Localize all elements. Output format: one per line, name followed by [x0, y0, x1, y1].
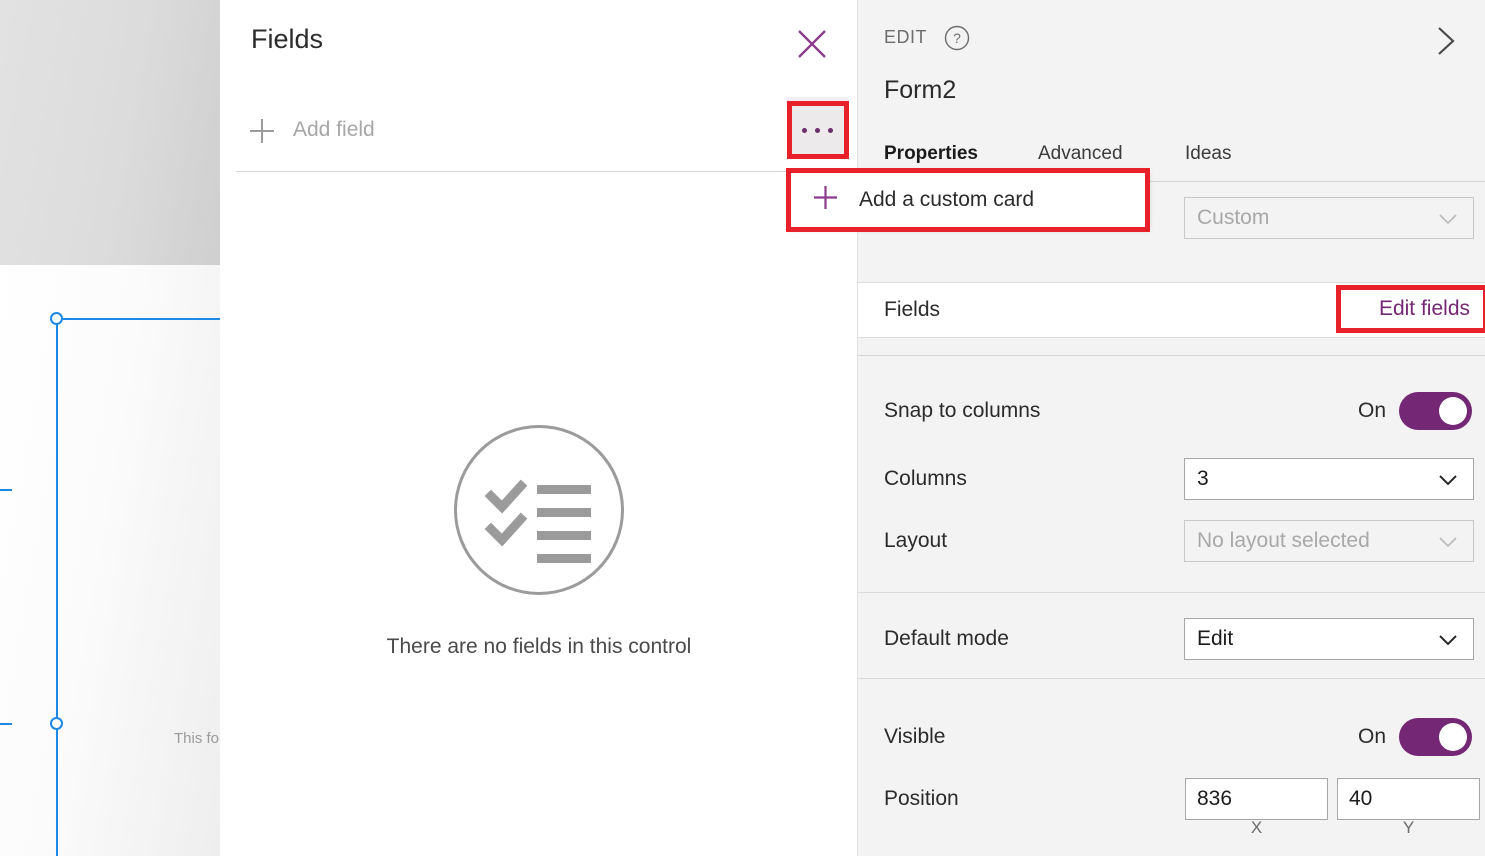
- menu-item-label: Add a custom card: [859, 188, 1035, 211]
- row-layout: Layout No layout selected: [858, 512, 1485, 570]
- position-label: Position: [884, 787, 959, 810]
- data-source-value: Custom: [1197, 206, 1270, 229]
- snap-to-columns-state: On: [1357, 399, 1386, 422]
- default-mode-dropdown[interactable]: Edit: [1184, 618, 1474, 660]
- app-canvas[interactable]: This fo: [0, 0, 220, 856]
- fields-panel: Fields Add field There are no fields in …: [220, 0, 858, 856]
- plus-icon: [248, 117, 276, 145]
- tab-properties[interactable]: Properties: [884, 143, 978, 165]
- menu-item-add-custom-card[interactable]: Add a custom card: [790, 184, 1148, 216]
- help-circle-icon[interactable]: ?: [944, 25, 970, 51]
- plus-icon: [812, 184, 839, 216]
- chevron-down-icon: [1437, 470, 1459, 495]
- chevron-down-icon: [1437, 532, 1459, 557]
- selection-handle-top-left[interactable]: [50, 312, 63, 325]
- canvas-screen[interactable]: [0, 265, 220, 856]
- canvas-chrome: [0, 0, 220, 265]
- row-columns: Columns 3: [858, 450, 1485, 508]
- columns-label: Columns: [884, 467, 967, 490]
- fields-empty-message: There are no fields in this control: [386, 635, 692, 658]
- fields-divider: [236, 171, 842, 172]
- visible-label: Visible: [884, 725, 946, 748]
- section-divider-1: [858, 592, 1485, 593]
- row-snap-to-columns: Snap to columns On: [858, 378, 1485, 444]
- ellipsis-icon-dot-2: [814, 127, 820, 133]
- row-visible: Visible On: [858, 706, 1485, 768]
- visible-state: On: [1357, 725, 1386, 748]
- chevron-down-icon: [1437, 630, 1459, 655]
- ellipsis-icon-dot-3: [827, 127, 833, 133]
- visible-toggle[interactable]: [1399, 718, 1472, 756]
- close-icon: [795, 27, 829, 61]
- checklist-icon: [454, 425, 624, 595]
- chevron-right-icon: [1433, 24, 1459, 63]
- add-field-row[interactable]: Add field: [220, 101, 858, 161]
- fields-empty-state: There are no fields in this control: [220, 425, 858, 659]
- app-root: This fo Fields Add field There are no fi…: [0, 0, 1485, 856]
- visible-control: On: [1358, 718, 1472, 756]
- position-y-input[interactable]: [1338, 779, 1479, 819]
- toggle-knob: [1439, 397, 1467, 425]
- layout-value: No layout selected: [1197, 529, 1370, 552]
- selected-control-name: Form2: [884, 76, 957, 104]
- tab-advanced[interactable]: Advanced: [1038, 143, 1123, 165]
- layout-label: Layout: [884, 529, 948, 552]
- position-y-axis-label: Y: [1402, 818, 1415, 837]
- fields-panel-title: Fields: [251, 24, 324, 54]
- fields-row-label: Fields: [884, 298, 941, 321]
- chevron-down-icon: [1437, 209, 1459, 234]
- position-x-input[interactable]: [1186, 779, 1327, 819]
- edit-fields-link[interactable]: Edit fields: [1379, 297, 1470, 321]
- position-x-field[interactable]: [1185, 778, 1328, 820]
- ellipsis-icon-dot-1: [801, 127, 807, 133]
- add-field-label: Add field: [293, 118, 375, 141]
- section-divider-2: [858, 678, 1485, 679]
- selection-border-top: [56, 318, 220, 320]
- svg-text:?: ?: [953, 30, 961, 46]
- snap-to-columns-label: Snap to columns: [884, 399, 1041, 422]
- data-source-dropdown: Custom: [1184, 197, 1474, 239]
- overflow-context-menu: Add a custom card: [790, 172, 1148, 228]
- overflow-menu-button[interactable]: [788, 102, 846, 158]
- columns-dropdown[interactable]: 3: [1184, 458, 1474, 500]
- default-mode-label: Default mode: [884, 627, 1009, 650]
- snap-to-columns-toggle[interactable]: [1399, 392, 1472, 430]
- default-mode-value: Edit: [1197, 627, 1234, 650]
- snap-to-columns-control: On: [1358, 392, 1472, 430]
- selection-handle-middle-left[interactable]: [50, 717, 63, 730]
- collapse-panel-button[interactable]: [1423, 20, 1469, 66]
- position-x-axis-label: X: [1250, 818, 1263, 837]
- layout-dropdown: No layout selected: [1184, 520, 1474, 562]
- position-y-field[interactable]: [1337, 778, 1480, 820]
- section-separator-band: [858, 338, 1485, 356]
- row-default-mode: Default mode Edit: [858, 610, 1485, 668]
- selection-tick-left-2: [0, 723, 12, 725]
- tab-ideas[interactable]: Ideas: [1185, 143, 1231, 165]
- selection-border-left: [56, 318, 58, 856]
- selection-tick-left-1: [0, 489, 12, 491]
- panel-eyebrow-label: EDIT: [884, 27, 928, 47]
- columns-value: 3: [1197, 467, 1209, 490]
- form-placeholder-text: This fo: [174, 730, 220, 747]
- close-panel-button[interactable]: [791, 23, 833, 65]
- toggle-knob: [1439, 723, 1467, 751]
